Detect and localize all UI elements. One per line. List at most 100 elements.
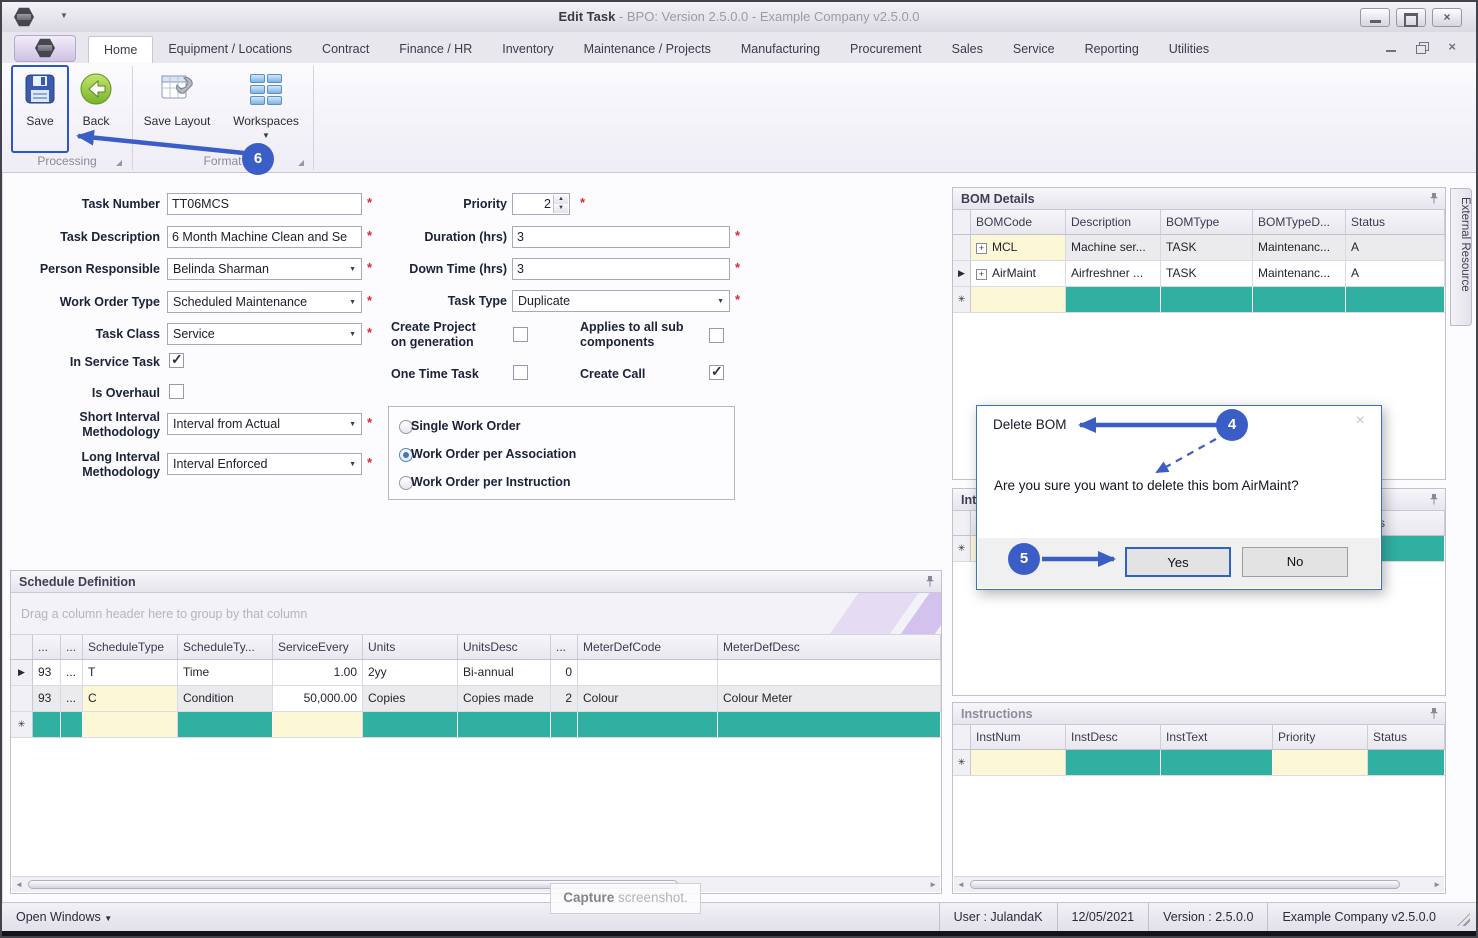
column-header[interactable]: Status — [1346, 210, 1445, 234]
new-cell[interactable] — [1066, 750, 1161, 775]
child-minimize-icon[interactable] — [1386, 41, 1396, 53]
cell[interactable]: A — [1346, 261, 1445, 286]
new-cell[interactable] — [1253, 287, 1346, 312]
create-project-checkbox[interactable] — [513, 327, 528, 342]
new-cell[interactable] — [718, 712, 941, 737]
new-cell[interactable] — [1161, 287, 1253, 312]
schedule-hscrollbar[interactable]: ◄ ► — [12, 876, 940, 892]
cell[interactable]: A — [1346, 235, 1445, 260]
cell[interactable]: ... — [61, 660, 83, 685]
new-cell[interactable] — [551, 712, 578, 737]
column-header[interactable]: BOMTypeD... — [1253, 210, 1346, 234]
new-cell[interactable] — [578, 712, 718, 737]
new-cell[interactable] — [363, 712, 458, 737]
one-time-task-checkbox[interactable] — [513, 365, 528, 380]
cell[interactable]: 0 — [551, 660, 578, 685]
column-header[interactable]: InstDesc — [1066, 725, 1161, 749]
bom-row[interactable]: ▶ + AirMaint Airfreshner ... TASK Mainten… — [953, 261, 1445, 287]
pin-icon[interactable] — [1429, 707, 1439, 723]
column-header[interactable]: ... — [551, 635, 578, 659]
tab-reporting[interactable]: Reporting — [1070, 36, 1154, 63]
spinner-down-icon[interactable]: ▼ — [553, 204, 568, 213]
column-header[interactable]: Status — [1368, 725, 1445, 749]
processing-dialog-launcher-icon[interactable] — [116, 160, 122, 166]
bom-row[interactable]: + MCL Machine ser... TASK Maintenanc... A — [953, 235, 1445, 261]
maximize-button[interactable] — [1396, 8, 1426, 27]
column-header[interactable]: UnitsDesc — [458, 635, 551, 659]
pin-icon[interactable] — [1429, 192, 1439, 208]
long-interval-dropdown[interactable]: Interval Enforced ▼ — [167, 453, 362, 475]
tab-inventory[interactable]: Inventory — [487, 36, 568, 63]
new-cell[interactable] — [83, 712, 178, 737]
new-cell[interactable] — [1273, 750, 1368, 775]
column-header[interactable]: ... — [33, 635, 61, 659]
pin-icon[interactable] — [925, 575, 935, 591]
dialog-close-icon[interactable]: × — [1356, 412, 1365, 430]
external-resource-tab[interactable]: External Resource — [1450, 188, 1472, 326]
cell-bomcode[interactable]: + MCL — [971, 235, 1066, 260]
cell[interactable] — [578, 660, 718, 685]
cell[interactable]: Maintenanc... — [1253, 261, 1346, 286]
scroll-right-icon[interactable]: ► — [929, 880, 937, 889]
cell[interactable]: Copies made — [458, 686, 551, 711]
new-cell[interactable] — [273, 712, 363, 737]
cell[interactable]: Bi-annual — [458, 660, 551, 685]
cell[interactable]: Colour — [578, 686, 718, 711]
instructions-hscrollbar[interactable]: ◄ ► — [954, 876, 1444, 892]
task-class-dropdown[interactable]: Service ▼ — [167, 323, 362, 345]
child-restore-icon[interactable] — [1416, 41, 1430, 54]
column-header[interactable]: BOMCode — [971, 210, 1066, 234]
tab-utilities[interactable]: Utilities — [1154, 36, 1224, 63]
cell[interactable]: Colour Meter — [718, 686, 941, 711]
cell[interactable]: Time — [178, 660, 273, 685]
priority-spinner[interactable]: 2 ▲ ▼ — [512, 193, 570, 215]
resize-grip[interactable] — [1457, 913, 1470, 926]
cell[interactable]: T — [83, 660, 178, 685]
column-header[interactable]: BOMType — [1161, 210, 1253, 234]
minimize-button[interactable] — [1360, 8, 1390, 27]
bom-new-row[interactable]: ✳ — [953, 287, 1445, 313]
column-header[interactable]: ScheduleType — [83, 635, 178, 659]
cell[interactable]: C — [83, 686, 178, 711]
close-button[interactable]: × — [1432, 8, 1462, 27]
group-by-band[interactable]: Drag a column header here to group by th… — [11, 593, 941, 635]
cell-bomcode[interactable]: + AirMaint — [971, 261, 1066, 286]
workspaces-button[interactable]: Workspaces ▼ — [228, 70, 304, 140]
cell[interactable]: ... — [61, 686, 83, 711]
cell[interactable]: 93 — [33, 660, 61, 685]
save-layout-button[interactable]: Save Layout — [140, 70, 214, 130]
no-button[interactable]: No — [1242, 547, 1348, 577]
person-responsible-dropdown[interactable]: Belinda Sharman ▼ — [167, 258, 362, 280]
cell[interactable]: Copies — [363, 686, 458, 711]
cell[interactable]: 50,000.00 — [273, 686, 363, 711]
workspaces-dropdown-icon[interactable]: ▼ — [228, 131, 304, 140]
duration-input[interactable] — [512, 226, 730, 248]
cell[interactable]: Condition — [178, 686, 273, 711]
column-header[interactable]: InstNum — [971, 725, 1066, 749]
application-menu-button[interactable] — [14, 35, 76, 62]
cell[interactable]: Machine ser... — [1066, 235, 1161, 260]
tab-home[interactable]: Home — [88, 36, 154, 63]
new-cell[interactable] — [33, 712, 61, 737]
scroll-left-icon[interactable]: ◄ — [957, 880, 965, 889]
column-header[interactable]: Priority — [1273, 725, 1368, 749]
tab-service[interactable]: Service — [998, 36, 1070, 63]
cell[interactable] — [718, 660, 941, 685]
new-cell[interactable] — [1346, 287, 1445, 312]
cell[interactable]: 2yy — [363, 660, 458, 685]
expand-plus-icon[interactable]: + — [976, 243, 987, 254]
cell[interactable]: TASK — [1161, 261, 1253, 286]
instructions-new-row[interactable]: ✳ — [953, 750, 1445, 776]
is-overhaul-checkbox[interactable] — [169, 384, 184, 399]
tab-finance-hr[interactable]: Finance / HR — [384, 36, 487, 63]
cell[interactable]: Airfreshner ... — [1066, 261, 1161, 286]
task-type-dropdown[interactable]: Duplicate ▼ — [512, 290, 730, 312]
format-dialog-launcher-icon[interactable] — [298, 160, 304, 166]
task-number-input[interactable] — [167, 193, 362, 215]
column-header[interactable]: MeterDefCode — [578, 635, 718, 659]
cell[interactable]: 93 — [33, 686, 61, 711]
child-close-icon[interactable]: × — [1448, 40, 1456, 53]
scroll-left-icon[interactable]: ◄ — [15, 880, 23, 889]
create-call-checkbox[interactable]: ✓ — [709, 363, 724, 380]
new-cell[interactable] — [1161, 750, 1273, 775]
